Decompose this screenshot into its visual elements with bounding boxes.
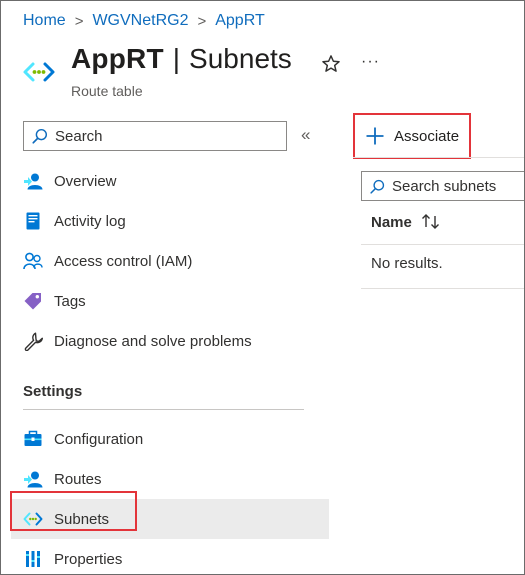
star-icon[interactable] [320,53,342,75]
sidebar-item-routes[interactable]: Routes [11,459,329,499]
sidebar-search-input[interactable]: Search [23,121,287,151]
sidebar-item-diagnose[interactable]: Diagnose and solve problems [11,321,329,361]
settings-section-label: Settings [23,383,83,400]
resource-type: Route table [71,83,143,99]
sidebar-item-label: Configuration [54,430,144,448]
sidebar-item-activity-log[interactable]: Activity log [11,201,329,241]
page-title: AppRT | Subnets [71,43,292,75]
sidebar-item-label: Routes [54,470,102,488]
associate-label: Associate [394,127,460,145]
sidebar-item-label: Tags [54,292,86,310]
settings-divider [23,409,304,410]
search-icon [370,179,385,194]
associate-button[interactable]: Associate [353,113,471,159]
empty-state-text: No results. [371,255,443,272]
column-header-name[interactable]: Name [371,213,442,231]
sidebar-nav: Overview Activity log Access control (IA… [11,161,329,574]
blade-name: Subnets [189,43,292,74]
routes-icon [23,469,43,489]
iam-icon [23,251,43,271]
grid-header-divider [361,244,524,245]
sidebar-item-tags[interactable]: Tags [11,281,329,321]
sidebar-item-label: Diagnose and solve problems [54,332,252,350]
subnet-icon [23,509,43,529]
sidebar-search-placeholder: Search [55,127,103,145]
route-table-icon [23,62,55,82]
plus-icon [366,127,384,145]
chevron-right-icon: > [197,12,207,30]
subnet-search-input[interactable]: Search subnets [361,171,524,201]
sidebar-item-configuration[interactable]: Configuration [11,419,329,459]
grid-row-divider [361,288,524,289]
sidebar-item-subnets[interactable]: Subnets [11,499,329,539]
sidebar-item-label: Access control (IAM) [54,252,193,270]
wrench-icon [23,331,43,351]
overview-icon [23,171,43,191]
breadcrumb-route-table[interactable]: AppRT [215,12,265,30]
breadcrumb-home[interactable]: Home [23,12,66,30]
sidebar-item-access-control[interactable]: Access control (IAM) [11,241,329,281]
resource-name: AppRT [71,43,164,74]
sidebar-item-label: Properties [54,550,123,568]
collapse-menu-icon[interactable]: « [301,125,310,145]
activity-log-icon [23,211,43,231]
more-options-icon[interactable]: ··· [361,53,380,71]
sort-icon[interactable] [420,213,442,231]
breadcrumb: Home > WGVNetRG2 > AppRT [23,11,265,31]
sidebar-item-label: Overview [54,172,117,190]
subnet-search-placeholder: Search subnets [392,177,497,195]
tag-icon [23,291,43,311]
sidebar-item-properties[interactable]: Properties [11,539,329,574]
configuration-icon [23,429,43,449]
sidebar-item-label: Activity log [54,212,126,230]
chevron-right-icon: > [74,12,84,30]
title-divider: | [172,43,181,74]
column-header-label: Name [371,213,412,231]
properties-icon [23,549,43,569]
sidebar-item-overview[interactable]: Overview [11,161,329,201]
search-icon [32,128,48,144]
sidebar-item-label: Subnets [54,510,110,528]
command-bar-divider [353,157,524,158]
breadcrumb-resource-group[interactable]: WGVNetRG2 [92,12,188,30]
portal-frame: Home > WGVNetRG2 > AppRT AppRT | Subnets… [0,0,525,575]
